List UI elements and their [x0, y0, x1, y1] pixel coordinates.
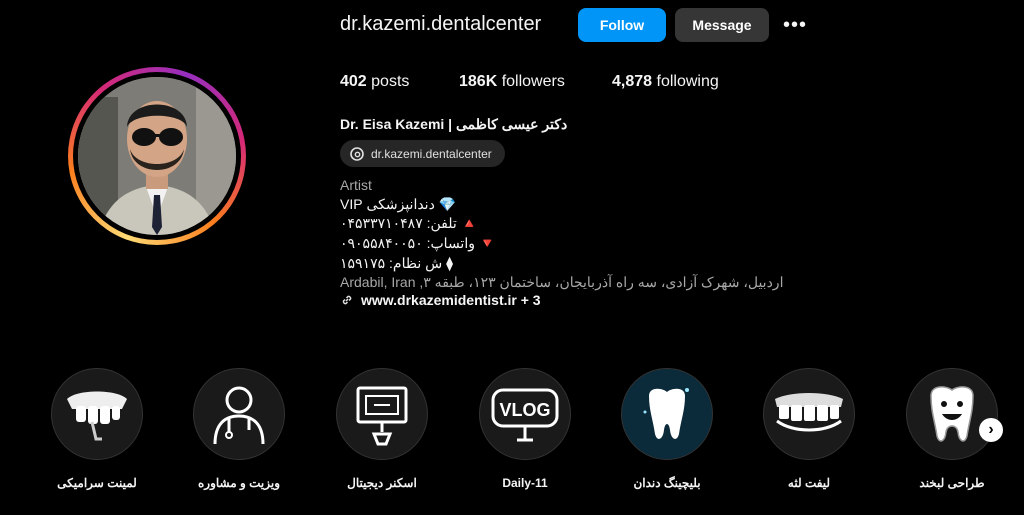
- profile-avatar[interactable]: [68, 67, 246, 245]
- highlight-label: لمینت سرامیکی: [57, 476, 137, 490]
- vlog-camera-icon: VLOG: [491, 388, 559, 442]
- bio-line: 🔺 تلفن: ۰۴۵۳۳۷۱۰۴۸۷: [340, 215, 479, 231]
- highlight-label: طراحی لبخند: [919, 476, 985, 490]
- following-label: following: [656, 73, 719, 90]
- highlight-item[interactable]: اسکنر دیجیتال: [334, 368, 430, 490]
- highlight-item[interactable]: بلیچینگ دندان: [619, 368, 715, 490]
- followers-label: followers: [501, 73, 565, 90]
- profile-category: Artist: [340, 177, 372, 193]
- digital-scanner-icon: [356, 386, 408, 446]
- highlight-label: Daily-11: [502, 476, 548, 490]
- veneer-teeth-icon: [67, 391, 127, 441]
- chevron-right-icon[interactable]: ›: [979, 418, 1003, 442]
- gum-lift-icon: [775, 393, 843, 432]
- followers-stat[interactable]: 186K followers: [459, 73, 565, 91]
- following-stat[interactable]: 4,878 following: [612, 73, 719, 91]
- highlight-label: اسکنر دیجیتال: [347, 476, 417, 490]
- svg-text:VLOG: VLOG: [499, 400, 550, 420]
- avatar-photo: [78, 77, 236, 235]
- threads-icon: [350, 146, 364, 161]
- website-link-text: www.drkazemidentist.ir + 3: [361, 292, 541, 308]
- whitening-tooth-icon: [643, 388, 689, 439]
- smiling-tooth-icon: [930, 386, 974, 442]
- posts-label: posts: [371, 73, 410, 90]
- followers-count: 186K: [459, 73, 498, 90]
- profile-full-name: Dr. Eisa Kazemi | دکتر عیسی کاظمی: [340, 116, 568, 132]
- bio-line: ⧫ ش نظام: ۱۵۹۱۷۵: [340, 255, 454, 271]
- highlight-item[interactable]: لیفت لثه: [761, 368, 857, 490]
- following-count: 4,878: [612, 73, 653, 90]
- more-options-icon[interactable]: •••: [783, 14, 807, 37]
- posts-stat: 402 posts: [340, 73, 409, 91]
- highlight-label: بلیچینگ دندان: [633, 476, 701, 490]
- highlight-label: لیفت لثه: [787, 476, 831, 490]
- doctor-icon: [213, 386, 265, 445]
- message-button[interactable]: Message: [675, 8, 769, 42]
- bio-line: 💎 دندانپزشکی VIP: [340, 196, 457, 212]
- follow-button[interactable]: Follow: [578, 8, 666, 42]
- highlight-label: ویزیت و مشاوره: [197, 476, 280, 490]
- highlight-item[interactable]: VLOG Daily-11: [477, 368, 573, 490]
- highlight-item[interactable]: ویزیت و مشاوره: [191, 368, 287, 490]
- highlight-item[interactable]: لمینت سرامیکی: [49, 368, 145, 490]
- link-icon: [342, 295, 352, 305]
- website-link[interactable]: www.drkazemidentist.ir + 3: [340, 292, 541, 308]
- posts-count: 402: [340, 73, 367, 90]
- threads-link[interactable]: dr.kazemi.dentalcenter: [340, 140, 505, 167]
- bio-line: 🔻 واتساپ: ۰۹۰۵۵۸۴۰۰۵۰: [340, 235, 497, 251]
- threads-handle: dr.kazemi.dentalcenter: [371, 146, 492, 161]
- profile-username: dr.kazemi.dentalcenter: [340, 13, 542, 35]
- profile-address[interactable]: اردبیل، شهرک آزادی، سه راه آذربایجان، سا…: [340, 273, 783, 292]
